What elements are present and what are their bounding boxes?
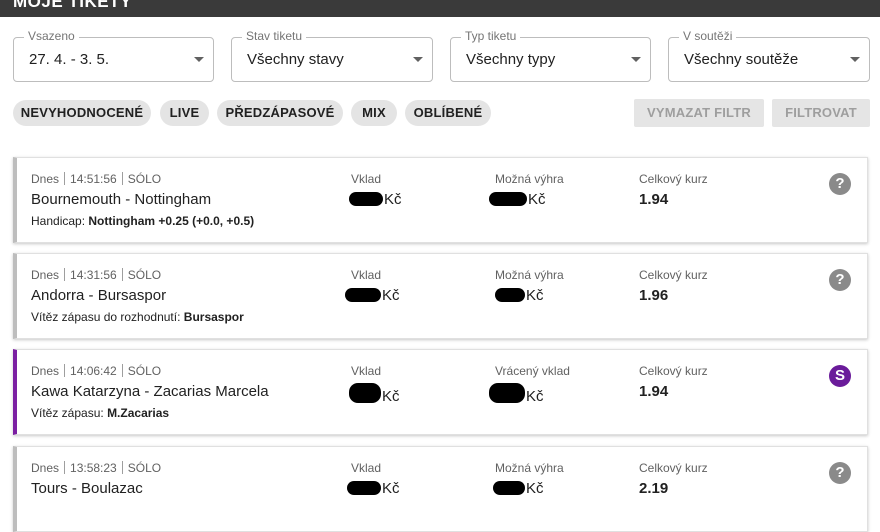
ticket-bet: Handicap: Nottingham +0.25 (+0.0, +0.5): [31, 214, 255, 228]
chevron-down-icon: [194, 57, 204, 62]
chip-prematch[interactable]: PŘEDZÁPASOVÉ: [217, 100, 343, 126]
win-value: Kč: [495, 287, 544, 304]
ticket-meta: Dnes 14:31:56 SÓLO: [31, 268, 162, 282]
chevron-down-icon: [413, 57, 423, 62]
redacted-amount: [349, 192, 383, 206]
redacted-amount: [347, 481, 381, 495]
win-label: Možná výhra: [495, 268, 564, 282]
stake-label: Vklad: [351, 364, 382, 378]
odds-label: Celkový kurz: [639, 461, 708, 475]
redacted-amount: [489, 383, 525, 403]
ticket-bet: Vítěz zápasu: M.Zacarias: [31, 406, 170, 420]
type-filter-value: Všechny typy: [466, 51, 556, 68]
chip-mix[interactable]: MIX: [351, 100, 397, 126]
stake-value: Kč: [349, 383, 400, 405]
stake-label: Vklad: [351, 268, 382, 282]
redacted-amount: [349, 383, 381, 403]
redacted-amount: [489, 192, 527, 206]
stake-label: Vklad: [351, 461, 382, 475]
ticket-meta: Dnes 14:06:42 SÓLO: [31, 364, 162, 378]
question-icon: ?: [829, 462, 851, 484]
refund-label: Vrácený vklad: [495, 364, 570, 378]
ticket-meta: Dnes 14:51:56 SÓLO: [31, 172, 162, 186]
win-value: Kč: [489, 191, 546, 208]
competition-filter-select[interactable]: V soutěži Všechny soutěže: [668, 29, 870, 82]
refund-value: Kč: [489, 383, 544, 405]
type-filter-select[interactable]: Typ tiketu Všechny typy: [450, 29, 651, 82]
chevron-down-icon: [850, 57, 860, 62]
win-label: Možná výhra: [495, 461, 564, 475]
competition-filter-label: V soutěži: [679, 29, 737, 43]
stake-label: Vklad: [351, 172, 382, 186]
ticket-match: Tours - Boulazac: [31, 480, 143, 497]
type-filter-label: Typ tiketu: [461, 29, 521, 43]
ticket-match: Bournemouth - Nottingham: [31, 191, 212, 208]
redacted-amount: [495, 288, 525, 302]
page-title: MOJE TIKETY: [13, 0, 132, 11]
odds-label: Celkový kurz: [639, 268, 708, 282]
page-header: MOJE TIKETY: [0, 0, 880, 17]
win-value: Kč: [493, 480, 544, 497]
ticket-card[interactable]: Dnes 14:06:42 SÓLO Kawa Katarzyna - Zacari…: [13, 349, 868, 435]
ticket-match: Kawa Katarzyna - Zacarias Marcela: [31, 383, 269, 400]
competition-filter-value: Všechny soutěže: [684, 51, 799, 68]
chip-unsettled[interactable]: NEVYHODNOCENÉ: [13, 100, 151, 126]
stake-value: Kč: [345, 287, 400, 304]
ticket-bet: Vítěz zápasu do rozhodnutí: Bursaspor: [31, 310, 244, 324]
odds-value: 2.19: [639, 480, 669, 497]
question-icon: ?: [829, 269, 851, 291]
ticket-card[interactable]: Dnes 14:51:56 SÓLO Bournemouth - Nottingha…: [13, 157, 868, 243]
clear-filter-button[interactable]: VYMAZAT FILTR: [634, 99, 764, 127]
odds-label: Celkový kurz: [639, 172, 708, 186]
chip-live[interactable]: LIVE: [160, 100, 209, 126]
redacted-amount: [345, 288, 381, 302]
odds-value: 1.96: [639, 287, 669, 304]
date-filter-select[interactable]: Vsazeno 27. 4. - 3. 5.: [13, 29, 214, 82]
win-label: Možná výhra: [495, 172, 564, 186]
date-filter-value: 27. 4. - 3. 5.: [29, 51, 110, 68]
redacted-amount: [493, 481, 525, 495]
ticket-card[interactable]: Dnes 14:31:56 SÓLO Andorra - Bursaspor Vít…: [13, 253, 868, 339]
apply-filter-button[interactable]: FILTROVAT: [772, 99, 870, 127]
date-filter-label: Vsazeno: [24, 29, 79, 43]
odds-value: 1.94: [639, 383, 669, 400]
odds-label: Celkový kurz: [639, 364, 708, 378]
status-filter-value: Všechny stavy: [247, 51, 344, 68]
odds-value: 1.94: [639, 191, 669, 208]
ticket-card[interactable]: Dnes 13:58:23 SÓLO Tours - Boulazac Vklad …: [13, 446, 868, 532]
status-filter-select[interactable]: Stav tiketu Všechny stavy: [231, 29, 433, 82]
ticket-match: Andorra - Bursaspor: [31, 287, 167, 304]
ticket-meta: Dnes 13:58:23 SÓLO: [31, 461, 162, 475]
status-filter-label: Stav tiketu: [242, 29, 307, 43]
storno-icon: S: [829, 365, 851, 387]
chevron-down-icon: [631, 57, 641, 62]
question-icon: ?: [829, 173, 851, 195]
chip-favorites[interactable]: OBLÍBENÉ: [405, 100, 491, 126]
stake-value: Kč: [349, 191, 402, 208]
stake-value: Kč: [347, 480, 400, 497]
